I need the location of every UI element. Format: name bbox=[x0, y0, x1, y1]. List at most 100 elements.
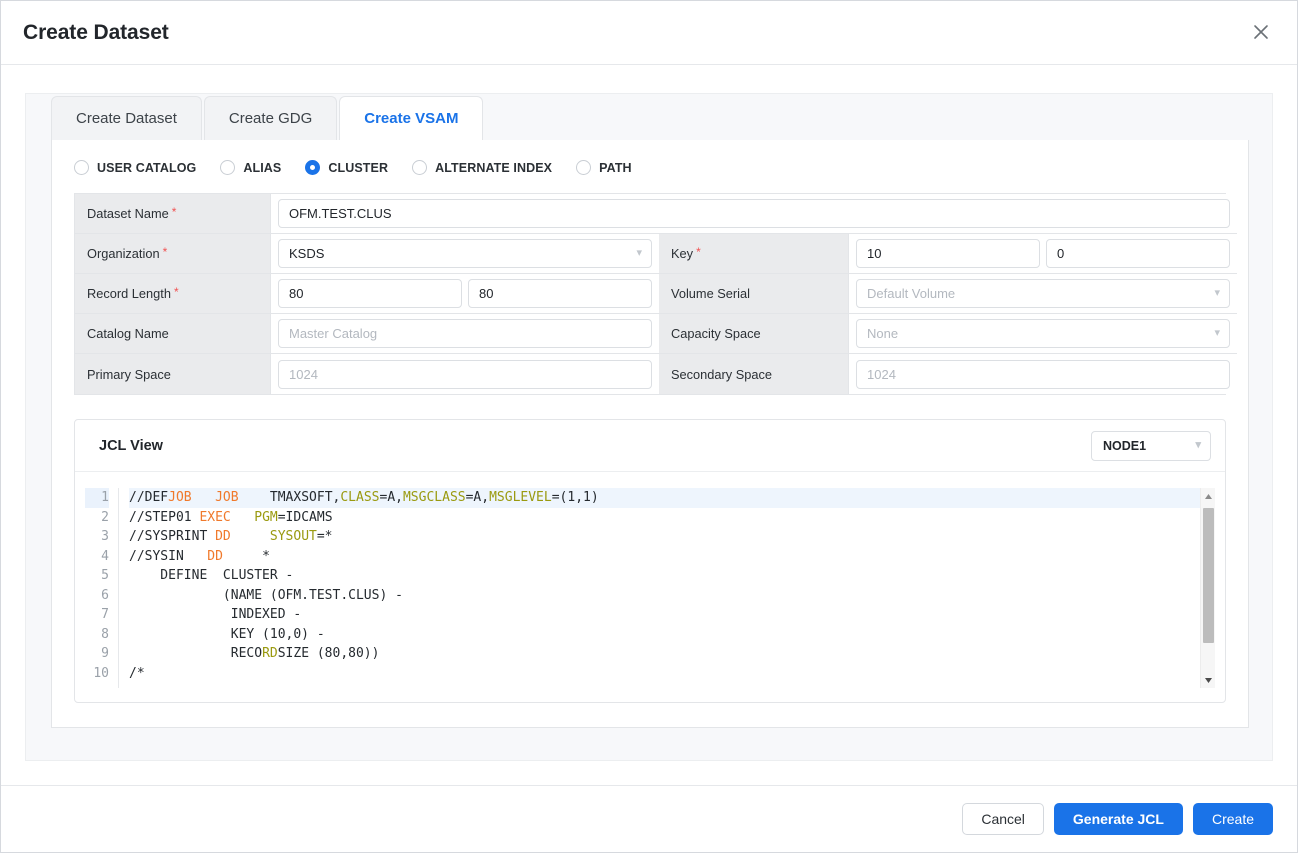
scrollbar-track[interactable] bbox=[1201, 504, 1216, 672]
field-catalog-name: Master Catalog bbox=[271, 314, 659, 354]
radio-label: PATH bbox=[599, 160, 632, 175]
code-line: RECORDSIZE (80,80)) bbox=[129, 646, 380, 661]
key-length-input[interactable]: 10 bbox=[856, 239, 1040, 268]
code-line: //SYSIN DD * bbox=[129, 548, 270, 564]
radio-circle-icon bbox=[412, 160, 428, 175]
label-text: Primary Space bbox=[87, 366, 171, 382]
record-length-avg-input[interactable]: 80 bbox=[278, 279, 462, 308]
record-length-max-input[interactable]: 80 bbox=[468, 279, 652, 308]
line-number: 7 bbox=[101, 607, 109, 622]
code-line: /* bbox=[129, 665, 145, 681]
line-number: 9 bbox=[101, 646, 109, 661]
tab-create-gdg[interactable]: Create GDG bbox=[203, 96, 338, 140]
radio-circle-icon bbox=[576, 160, 592, 175]
key-offset-input[interactable]: 0 bbox=[1046, 239, 1230, 268]
field-volume-serial: Default Volume ▾ bbox=[849, 274, 1237, 314]
jcl-view-header: JCL View NODE1 ▾ bbox=[75, 420, 1225, 472]
label-secondary-space: Secondary Space bbox=[659, 354, 849, 394]
primary-space-input[interactable]: 1024 bbox=[278, 359, 652, 389]
scroll-down-icon[interactable] bbox=[1201, 672, 1216, 688]
line-number: 1 bbox=[85, 488, 109, 508]
jcl-code-content[interactable]: //DEFJOB JOB TMAXSOFT,CLASS=A,MSGCLASS=A… bbox=[119, 488, 1215, 688]
chevron-down-icon: ▾ bbox=[1214, 287, 1220, 299]
vsam-type-radio-group: USER CATALOG ALIAS CLUSTER ALTERNATE IND… bbox=[52, 140, 1248, 193]
code-line: DEFINE CLUSTER - bbox=[129, 568, 294, 583]
chevron-down-icon: ▾ bbox=[1214, 327, 1220, 339]
field-dataset-name: OFM.TEST.CLUS bbox=[271, 194, 1237, 234]
radio-alias[interactable]: ALIAS bbox=[220, 160, 281, 175]
node-selected-value: NODE1 bbox=[1103, 438, 1147, 453]
label-text: Dataset Name bbox=[87, 206, 169, 221]
field-organization: KSDS ▾ bbox=[271, 234, 659, 274]
dialog-header: Create Dataset bbox=[1, 1, 1297, 65]
field-key: 10 0 bbox=[849, 234, 1237, 274]
cancel-button[interactable]: Cancel bbox=[962, 803, 1044, 835]
vsam-form-grid: Dataset Name * OFM.TEST.CLUS Organization… bbox=[74, 193, 1237, 395]
label-key: Key * bbox=[659, 234, 849, 274]
scrollbar-thumb[interactable] bbox=[1202, 508, 1214, 643]
label-text: Key bbox=[671, 246, 694, 261]
scroll-up-icon[interactable] bbox=[1201, 488, 1216, 504]
capacity-space-select[interactable]: None ▾ bbox=[856, 319, 1230, 348]
label-text: Capacity Space bbox=[671, 326, 761, 341]
radio-circle-icon bbox=[220, 160, 236, 175]
dialog-body: Create Dataset Create GDG Create VSAM US… bbox=[1, 65, 1297, 785]
label-volume-serial: Volume Serial bbox=[659, 274, 849, 314]
create-button[interactable]: Create bbox=[1192, 803, 1273, 835]
page-title: Create Dataset bbox=[23, 20, 169, 44]
tab-create-dataset[interactable]: Create Dataset bbox=[51, 96, 202, 140]
generate-jcl-button[interactable]: Generate JCL bbox=[1053, 803, 1183, 835]
radio-alternate-index[interactable]: ALTERNATE INDEX bbox=[412, 160, 552, 175]
code-line: //STEP01 EXEC PGM=IDCAMS bbox=[129, 509, 333, 525]
radio-path[interactable]: PATH bbox=[576, 160, 632, 175]
field-record-length: 80 80 bbox=[271, 274, 659, 314]
label-organization: Organization * bbox=[75, 234, 271, 274]
chevron-down-icon: ▾ bbox=[636, 247, 642, 259]
line-number: 6 bbox=[101, 587, 109, 603]
close-icon[interactable] bbox=[1243, 14, 1279, 50]
tab-content-create-vsam: USER CATALOG ALIAS CLUSTER ALTERNATE IND… bbox=[51, 140, 1249, 728]
field-secondary-space: 1024 bbox=[849, 354, 1237, 394]
line-number: 8 bbox=[101, 626, 109, 642]
tab-label: Create VSAM bbox=[364, 110, 459, 127]
radio-user-catalog[interactable]: USER CATALOG bbox=[74, 160, 196, 175]
tab-panel-outer: Create Dataset Create GDG Create VSAM US… bbox=[25, 93, 1273, 761]
label-record-length: Record Length * bbox=[75, 274, 271, 314]
organization-select[interactable]: KSDS ▾ bbox=[278, 239, 652, 268]
radio-circle-selected-icon bbox=[305, 160, 321, 175]
jcl-code-editor[interactable]: 1 2 3 4 5 6 7 8 9 10 //DEFJOB JOB TMAXSOFT,CLASS=… bbox=[85, 488, 1215, 688]
dataset-name-input[interactable]: OFM.TEST.CLUS bbox=[278, 199, 1230, 228]
label-text: Record Length bbox=[87, 286, 171, 301]
dialog-footer: Cancel Generate JCL Create bbox=[1, 785, 1297, 852]
line-number: 2 bbox=[101, 509, 109, 525]
volume-serial-placeholder: Default Volume bbox=[867, 286, 956, 301]
capacity-space-placeholder: None bbox=[867, 326, 899, 341]
field-capacity-space: None ▾ bbox=[849, 314, 1237, 354]
catalog-name-input[interactable]: Master Catalog bbox=[278, 319, 652, 348]
line-number: 4 bbox=[101, 548, 109, 564]
radio-label: ALIAS bbox=[243, 160, 282, 175]
line-number: 3 bbox=[101, 529, 109, 544]
code-line: INDEXED - bbox=[129, 607, 302, 622]
jcl-view-panel: JCL View NODE1 ▾ 1 2 3 4 5 6 7 8 9 10 //DEFJOB JO… bbox=[74, 419, 1226, 703]
field-primary-space: 1024 bbox=[271, 354, 659, 394]
node-select[interactable]: NODE1 ▾ bbox=[1091, 430, 1211, 461]
required-marker: * bbox=[696, 244, 701, 259]
label-catalog-name: Catalog Name bbox=[75, 314, 271, 354]
volume-serial-select[interactable]: Default Volume ▾ bbox=[856, 279, 1230, 308]
tab-create-vsam[interactable]: Create VSAM bbox=[339, 96, 484, 141]
radio-circle-icon bbox=[74, 160, 89, 175]
label-dataset-name: Dataset Name * bbox=[75, 194, 271, 234]
required-marker: * bbox=[171, 204, 177, 219]
label-capacity-space: Capacity Space bbox=[659, 314, 849, 354]
radio-cluster[interactable]: CLUSTER bbox=[305, 160, 388, 175]
required-marker: * bbox=[162, 244, 168, 259]
label-text: Catalog Name bbox=[87, 326, 169, 341]
tab-label: Create GDG bbox=[228, 110, 313, 127]
secondary-space-input[interactable]: 1024 bbox=[856, 359, 1230, 389]
tab-bar: Create Dataset Create GDG Create VSAM bbox=[26, 94, 1272, 141]
jcl-vertical-scrollbar[interactable] bbox=[1200, 488, 1215, 688]
label-primary-space: Primary Space bbox=[75, 354, 271, 394]
line-number: 5 bbox=[101, 568, 109, 583]
label-text: Secondary Space bbox=[671, 366, 773, 382]
